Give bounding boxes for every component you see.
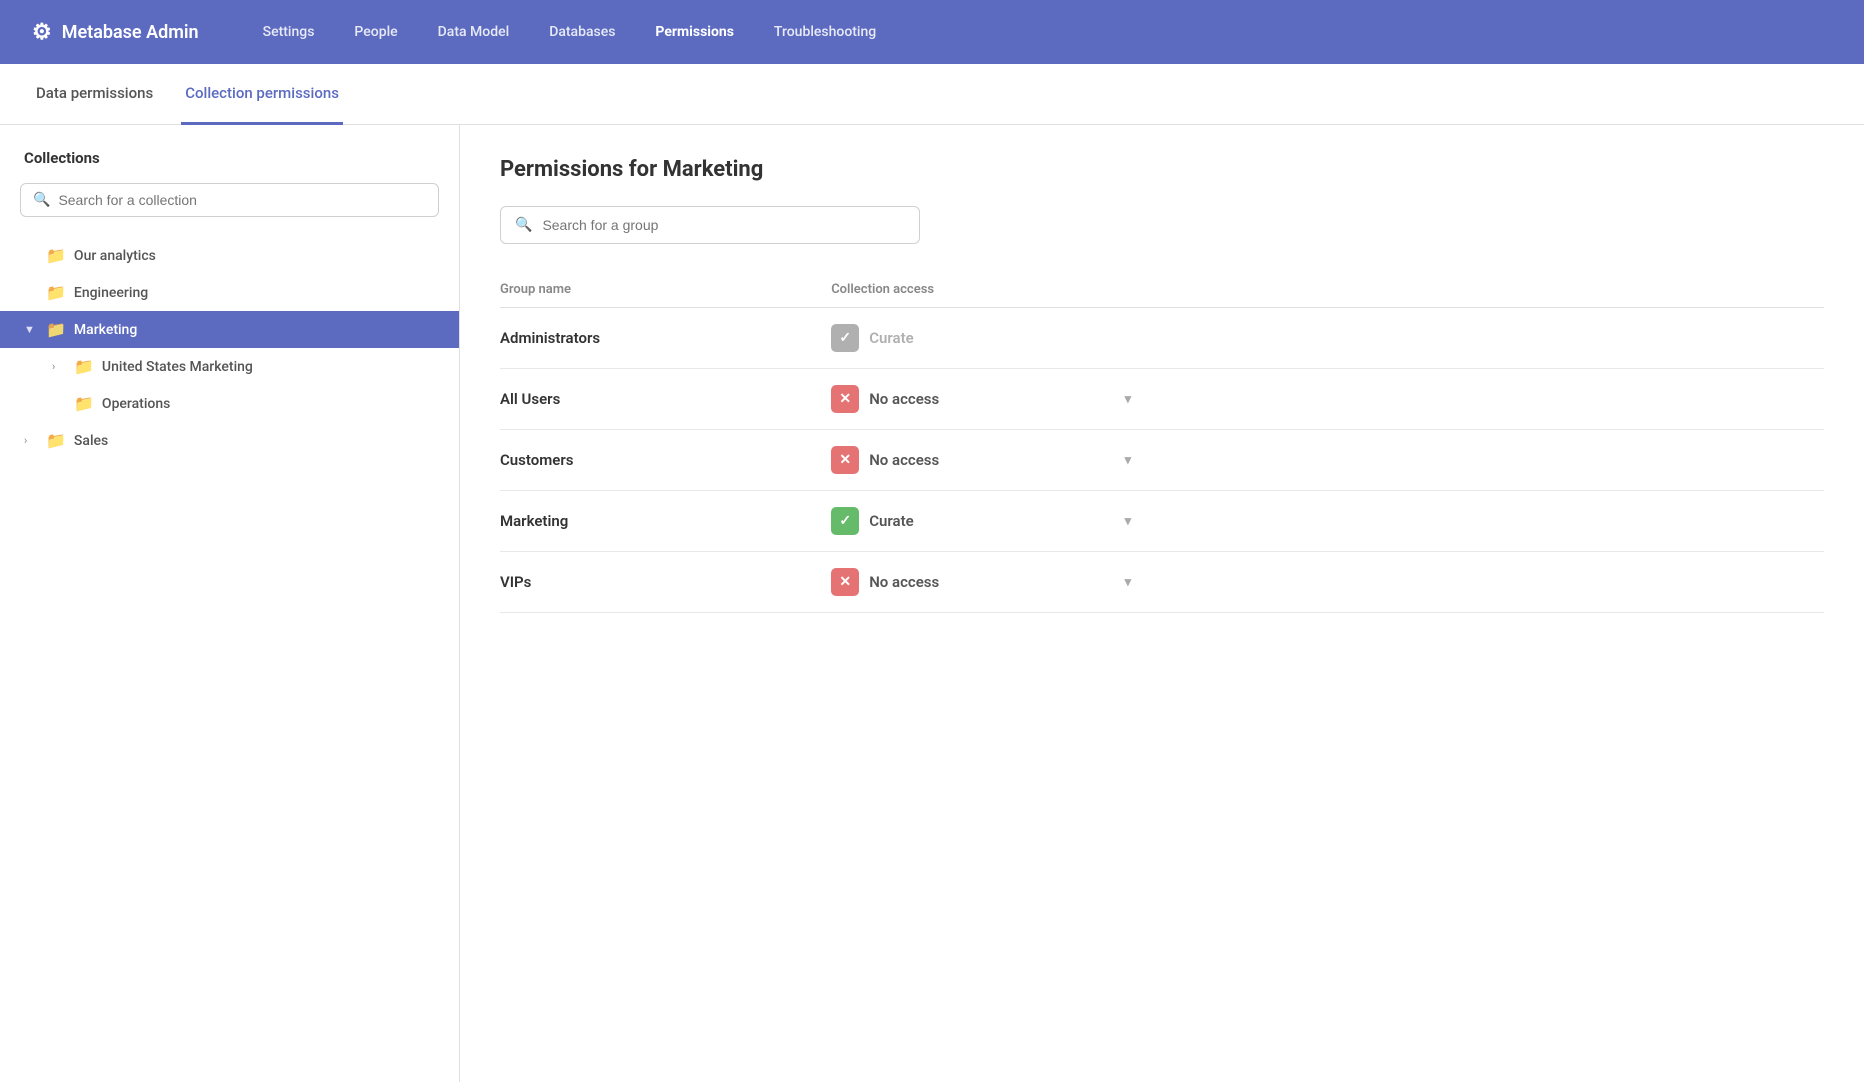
tabs-bar: Data permissions Collection permissions: [0, 64, 1864, 125]
group-name-cell: Marketing: [500, 491, 831, 552]
collections-sidebar: Collections 🔍 📁 Our analytics 📁 Engineer…: [0, 125, 460, 1082]
collection-item-operations[interactable]: 📁 Operations: [0, 385, 459, 422]
access-badge: ✕: [831, 446, 859, 474]
group-search-input[interactable]: [542, 217, 905, 233]
folder-icon: 📁: [46, 320, 66, 339]
group-name-cell: All Users: [500, 369, 831, 430]
folder-icon: 📁: [46, 246, 66, 265]
brand: ⚙ Metabase Admin: [32, 20, 199, 45]
nav-people[interactable]: People: [338, 16, 413, 48]
access-badge: ✓: [831, 507, 859, 535]
tab-data-permissions[interactable]: Data permissions: [32, 64, 157, 125]
col-group-name: Group name: [500, 272, 831, 308]
access-badge: ✕: [831, 568, 859, 596]
collection-label: Operations: [102, 396, 170, 412]
collection-search-input[interactable]: [58, 192, 426, 208]
dropdown-chevron[interactable]: ▾: [1125, 453, 1132, 468]
dropdown-chevron[interactable]: ▾: [1125, 392, 1132, 407]
folder-icon: 📁: [46, 431, 66, 450]
dropdown-chevron[interactable]: ▾: [1125, 514, 1132, 529]
group-name-cell: Customers: [500, 430, 831, 491]
permissions-table: Group name Collection access Administrat…: [500, 272, 1824, 613]
group-name-cell: VIPs: [500, 552, 831, 613]
permissions-panel: Permissions for Marketing 🔍 Group name C…: [460, 125, 1864, 1082]
collection-search-box[interactable]: 🔍: [20, 183, 439, 217]
collection-list: 📁 Our analytics 📁 Engineering ▼ 📁 Market…: [0, 237, 459, 459]
access-label: Curate: [869, 512, 914, 530]
group-search-box[interactable]: 🔍: [500, 206, 920, 244]
main-nav: Settings People Data Model Databases Per…: [247, 16, 893, 48]
table-row: Administrators ✓ Curate: [500, 308, 1824, 369]
search-icon: 🔍: [515, 217, 532, 233]
access-label: Curate: [869, 329, 914, 347]
collection-item-engineering[interactable]: 📁 Engineering: [0, 274, 459, 311]
table-row: Marketing ✓ Curate ▾: [500, 491, 1824, 552]
panel-title: Permissions for Marketing: [500, 157, 1824, 182]
collection-label: United States Marketing: [102, 359, 253, 375]
content-area: Collections 🔍 📁 Our analytics 📁 Engineer…: [0, 125, 1864, 1082]
access-cell[interactable]: ✓ Curate ▾: [831, 491, 1824, 552]
access-label: No access: [869, 573, 939, 591]
collection-item-our-analytics[interactable]: 📁 Our analytics: [0, 237, 459, 274]
tab-collection-permissions[interactable]: Collection permissions: [181, 64, 343, 125]
chevron-placeholder: [24, 286, 38, 299]
chevron-placeholder: [52, 397, 66, 410]
folder-icon: 📁: [74, 394, 94, 413]
nav-databases[interactable]: Databases: [533, 16, 631, 48]
col-collection-access: Collection access: [831, 272, 1824, 308]
access-cell[interactable]: ✕ No access ▾: [831, 430, 1824, 491]
nav-settings[interactable]: Settings: [247, 16, 331, 48]
collections-title: Collections: [0, 149, 459, 167]
access-label: No access: [869, 451, 939, 469]
collection-label: Engineering: [74, 285, 148, 301]
chevron-down-icon: ▼: [24, 323, 38, 336]
collection-label: Sales: [74, 433, 108, 449]
chevron-right-icon: ›: [52, 360, 66, 373]
main-header: ⚙ Metabase Admin Settings People Data Mo…: [0, 0, 1864, 64]
access-badge: ✓: [831, 324, 859, 352]
brand-name: Metabase Admin: [62, 22, 199, 43]
folder-icon: 📁: [74, 357, 94, 376]
collection-item-us-marketing[interactable]: › 📁 United States Marketing: [0, 348, 459, 385]
main-container: Data permissions Collection permissions …: [0, 64, 1864, 1086]
folder-icon: 📁: [46, 283, 66, 302]
table-row: VIPs ✕ No access ▾: [500, 552, 1824, 613]
chevron-right-icon: ›: [24, 434, 38, 447]
gear-icon: ⚙: [32, 20, 52, 45]
chevron-placeholder: [24, 249, 38, 262]
access-cell[interactable]: ✕ No access ▾: [831, 552, 1824, 613]
access-label: No access: [869, 390, 939, 408]
collection-label: Our analytics: [74, 248, 156, 264]
nav-troubleshooting[interactable]: Troubleshooting: [758, 16, 892, 48]
group-name-cell: Administrators: [500, 308, 831, 369]
table-row: Customers ✕ No access ▾: [500, 430, 1824, 491]
access-cell[interactable]: ✓ Curate: [831, 308, 1824, 369]
search-icon: 🔍: [33, 192, 50, 208]
access-cell[interactable]: ✕ No access ▾: [831, 369, 1824, 430]
dropdown-chevron[interactable]: ▾: [1125, 575, 1132, 590]
access-badge: ✕: [831, 385, 859, 413]
collection-item-sales[interactable]: › 📁 Sales: [0, 422, 459, 459]
table-row: All Users ✕ No access ▾: [500, 369, 1824, 430]
collection-item-marketing[interactable]: ▼ 📁 Marketing: [0, 311, 459, 348]
collection-label: Marketing: [74, 322, 137, 338]
nav-permissions[interactable]: Permissions: [639, 16, 749, 48]
nav-data-model[interactable]: Data Model: [422, 16, 526, 48]
